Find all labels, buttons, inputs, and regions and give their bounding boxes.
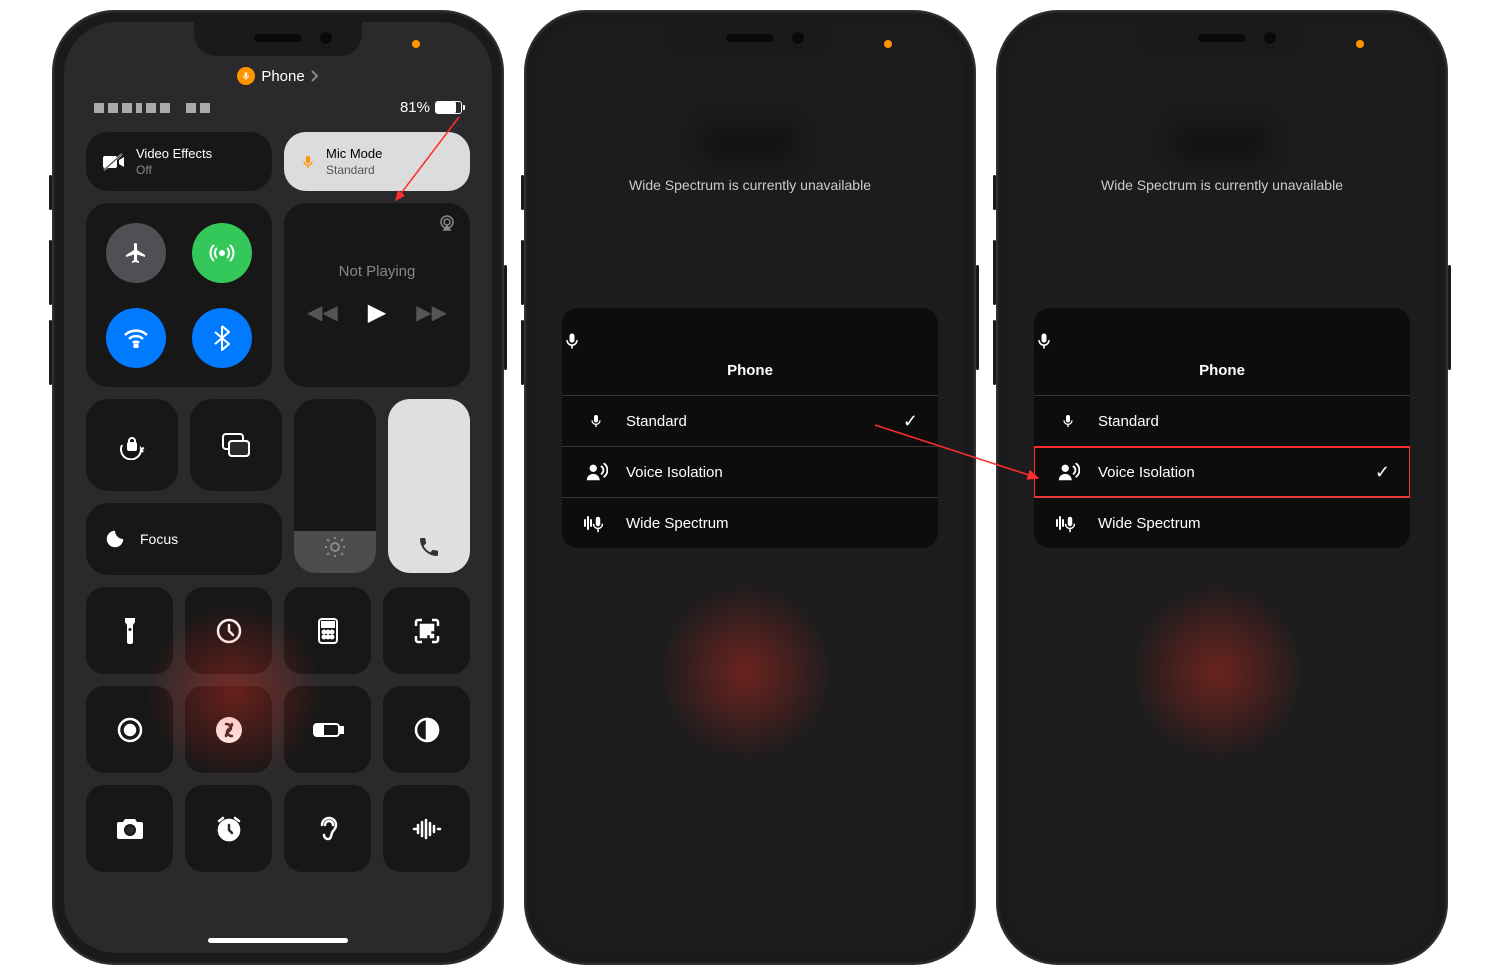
annotation-highlight-box [1034, 446, 1410, 498]
row-label: Standard [626, 413, 687, 430]
screen-mic-mode-selected: Wide Spectrum is currently unavailable P… [1008, 22, 1436, 953]
status-bar: 81% [64, 85, 492, 124]
chevron-right-icon [311, 70, 319, 82]
mic-mode-menu: Phone Standard Voice Isolation ✓ [1034, 308, 1410, 548]
glow-effect [1128, 582, 1308, 762]
focus-tile[interactable]: Focus [86, 503, 282, 575]
airplay-icon[interactable] [438, 215, 456, 231]
mic-mode-menu: Phone Standard ✓ Voice Isolation Wide S [562, 308, 938, 548]
iphone-frame-3: Wide Spectrum is currently unavailable P… [996, 10, 1448, 965]
mic-mode-standard-row[interactable]: Standard [1034, 395, 1410, 446]
media-panel[interactable]: Not Playing ◀◀ ▶ ▶▶ [284, 203, 470, 387]
active-app-label: Phone [261, 68, 304, 85]
mic-icon [562, 328, 582, 354]
prev-track-icon[interactable]: ◀◀ [307, 300, 338, 325]
timer-button[interactable] [185, 587, 272, 674]
carrier-redacted [94, 103, 210, 113]
mic-mode-wide-spectrum-row[interactable]: Wide Spectrum [1034, 497, 1410, 548]
wide-spectrum-icon [582, 512, 610, 534]
play-icon[interactable]: ▶ [368, 298, 386, 327]
mic-mode-title: Mic Mode [326, 146, 382, 161]
screen-mirroring-button[interactable] [190, 399, 282, 491]
voice-isolation-icon [1054, 461, 1082, 483]
mic-menu-header: Phone [1034, 308, 1410, 395]
qr-scanner-button[interactable] [383, 587, 470, 674]
iphone-frame-1: Phone 81% [52, 10, 504, 965]
row-label: Standard [1098, 413, 1159, 430]
checkmark-icon: ✓ [1375, 462, 1390, 483]
phone-icon [417, 535, 441, 559]
mic-icon [1034, 328, 1054, 354]
mic-mode-voice-isolation-row[interactable]: Voice Isolation [562, 446, 938, 497]
connectivity-panel[interactable] [86, 203, 272, 387]
camera-button[interactable] [86, 785, 173, 872]
screen-control-center: Phone 81% [64, 22, 492, 953]
sound-recognition-button[interactable] [383, 785, 470, 872]
mic-privacy-indicator-icon [884, 40, 892, 48]
focus-label: Focus [140, 531, 178, 547]
screen-record-button[interactable] [86, 686, 173, 773]
screen-mic-mode-menu: Wide Spectrum is currently unavailable P… [536, 22, 964, 953]
mic-mode-standard-row[interactable]: Standard ✓ [562, 395, 938, 446]
bluetooth-button[interactable] [192, 308, 252, 368]
checkmark-icon: ✓ [903, 411, 918, 432]
volume-slider[interactable] [388, 399, 470, 573]
moon-icon [104, 528, 126, 550]
blurred-tile-bg [700, 122, 800, 162]
notch [194, 22, 362, 56]
blurred-tile-bg [1172, 122, 1272, 162]
iphone-frame-2: Wide Spectrum is currently unavailable P… [524, 10, 976, 965]
brightness-icon [323, 535, 347, 559]
mic-mode-subtitle: Standard [326, 163, 382, 177]
voice-isolation-icon [582, 461, 610, 483]
glow-effect [656, 582, 836, 762]
brightness-slider[interactable] [294, 399, 376, 573]
mic-privacy-indicator-icon [1356, 40, 1364, 48]
mic-mode-voice-isolation-row[interactable]: Voice Isolation ✓ [1034, 446, 1410, 497]
shazam-button[interactable] [185, 686, 272, 773]
standard-mic-icon [582, 410, 610, 432]
mic-active-icon [237, 67, 255, 85]
alarm-button[interactable] [185, 785, 272, 872]
home-indicator[interactable] [208, 938, 348, 943]
mic-privacy-indicator-icon [412, 40, 420, 48]
cellular-data-button[interactable] [192, 223, 252, 283]
battery-icon [435, 101, 462, 114]
row-label: Wide Spectrum [626, 515, 729, 532]
row-label: Voice Isolation [626, 464, 723, 481]
video-effects-tile[interactable]: Video Effects Off [86, 132, 272, 191]
dark-mode-button[interactable] [383, 686, 470, 773]
row-label: Voice Isolation [1098, 464, 1195, 481]
flashlight-button[interactable] [86, 587, 173, 674]
wifi-button[interactable] [106, 308, 166, 368]
low-power-button[interactable] [284, 686, 371, 773]
notch [666, 22, 834, 56]
mic-mode-icon [300, 151, 316, 173]
battery-percent: 81% [400, 99, 430, 116]
notch [1138, 22, 1306, 56]
airplane-mode-button[interactable] [106, 223, 166, 283]
mic-menu-header: Phone [562, 308, 938, 395]
hearing-button[interactable] [284, 785, 371, 872]
wide-spectrum-icon [1054, 512, 1082, 534]
mic-menu-title: Phone [562, 362, 938, 379]
mic-menu-title: Phone [1034, 362, 1410, 379]
video-effects-subtitle: Off [136, 163, 212, 177]
video-off-icon [102, 152, 126, 172]
row-label: Wide Spectrum [1098, 515, 1201, 532]
standard-mic-icon [1054, 410, 1082, 432]
mic-mode-tile[interactable]: Mic Mode Standard [284, 132, 470, 191]
video-effects-title: Video Effects [136, 146, 212, 161]
next-track-icon[interactable]: ▶▶ [416, 300, 447, 325]
calculator-button[interactable] [284, 587, 371, 674]
media-title: Not Playing [339, 263, 416, 280]
orientation-lock-button[interactable] [86, 399, 178, 491]
mic-mode-wide-spectrum-row[interactable]: Wide Spectrum [562, 497, 938, 548]
